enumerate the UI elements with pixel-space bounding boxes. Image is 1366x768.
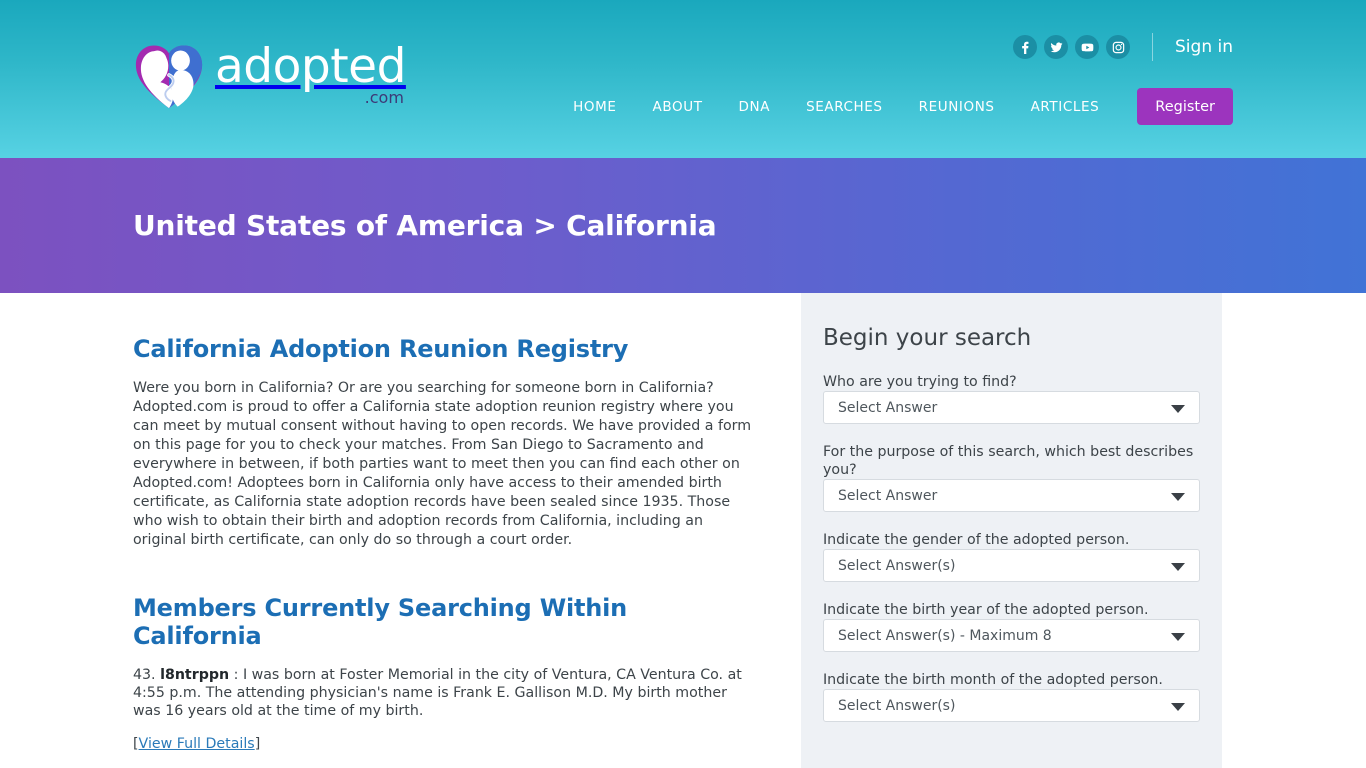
label-birth-month: Indicate the birth month of the adopted … xyxy=(823,672,1163,688)
view-details-line: [View Full Details] xyxy=(133,736,755,752)
search-panel-title: Begin your search xyxy=(823,325,1032,351)
registry-paragraph: Were you born in California? Or are you … xyxy=(133,380,752,548)
site-header: adopted .com Sign in HOME ABOUT DNA SEAR… xyxy=(0,0,1366,158)
label-describes-you: For the purpose of this search, which be… xyxy=(823,444,1194,478)
site-logo[interactable]: adopted .com xyxy=(133,38,406,112)
listing-separator: : xyxy=(233,667,239,683)
nav-item-searches[interactable]: SEARCHES xyxy=(806,99,883,115)
logo-wordmark: adopted .com xyxy=(215,39,406,111)
main-navigation: HOME ABOUT DNA SEARCHES REUNIONS ARTICLE… xyxy=(573,88,1233,125)
select-describes-you-value: Select Answer xyxy=(838,487,938,504)
label-gender: Indicate the gender of the adopted perso… xyxy=(823,532,1130,548)
begin-your-search-panel: Begin your search Who are you trying to … xyxy=(801,293,1222,768)
listing-body: 43. l8ntrppn : I was born at Foster Memo… xyxy=(133,666,755,720)
facebook-icon[interactable] xyxy=(1013,35,1038,59)
registry-heading: California Adoption Reunion Registry xyxy=(133,335,629,363)
logo-word: adopted xyxy=(215,39,406,94)
twitter-icon[interactable] xyxy=(1044,35,1069,59)
select-who-to-find-value: Select Answer xyxy=(838,399,938,416)
select-birth-year-value: Select Answer(s) - Maximum 8 xyxy=(838,627,1052,644)
listing-username: l8ntrppn xyxy=(160,667,230,683)
view-full-details-link[interactable]: View Full Details xyxy=(139,736,255,752)
listing-number: 43. xyxy=(133,667,156,683)
chevron-down-icon xyxy=(1171,562,1185,571)
select-birth-month[interactable]: Select Answer(s) xyxy=(823,689,1200,722)
select-describes-you[interactable]: Select Answer xyxy=(823,479,1200,512)
header-top-right: Sign in xyxy=(1013,33,1233,61)
nav-item-articles[interactable]: ARTICLES xyxy=(1031,99,1100,115)
select-gender-value: Select Answer(s) xyxy=(838,557,956,574)
social-links xyxy=(1013,35,1131,59)
list-item: 43. l8ntrppn : I was born at Foster Memo… xyxy=(133,666,755,768)
instagram-icon[interactable] xyxy=(1106,35,1131,59)
breadcrumb-title: United States of America > California xyxy=(133,209,717,242)
label-birth-year: Indicate the birth year of the adopted p… xyxy=(823,602,1149,618)
sign-in-link[interactable]: Sign in xyxy=(1175,37,1233,57)
bracket-close: ] xyxy=(254,736,261,752)
nav-item-dna[interactable]: DNA xyxy=(739,99,771,115)
heart-family-logo-icon xyxy=(135,45,203,109)
main-column: California Adoption Reunion Registry Wer… xyxy=(133,335,755,768)
chevron-down-icon xyxy=(1171,404,1185,413)
chevron-down-icon xyxy=(1171,632,1185,641)
select-gender[interactable]: Select Answer(s) xyxy=(823,549,1200,582)
content-area: California Adoption Reunion Registry Wer… xyxy=(0,293,1366,768)
page-banner: United States of America > California xyxy=(0,158,1366,293)
logo-dotcom: .com xyxy=(364,88,404,107)
header-divider xyxy=(1152,33,1154,61)
youtube-icon[interactable] xyxy=(1075,35,1100,59)
nav-item-reunions[interactable]: REUNIONS xyxy=(919,99,995,115)
chevron-down-icon xyxy=(1171,492,1185,501)
label-who-to-find: Who are you trying to find? xyxy=(823,374,1017,390)
register-button[interactable]: Register xyxy=(1137,88,1233,125)
nav-item-home[interactable]: HOME xyxy=(573,99,616,115)
select-birth-month-value: Select Answer(s) xyxy=(838,697,956,714)
members-heading: Members Currently Searching Within Calif… xyxy=(133,594,628,650)
select-who-to-find[interactable]: Select Answer xyxy=(823,391,1200,424)
select-birth-year[interactable]: Select Answer(s) - Maximum 8 xyxy=(823,619,1200,652)
chevron-down-icon xyxy=(1171,702,1185,711)
nav-item-about[interactable]: ABOUT xyxy=(653,99,703,115)
